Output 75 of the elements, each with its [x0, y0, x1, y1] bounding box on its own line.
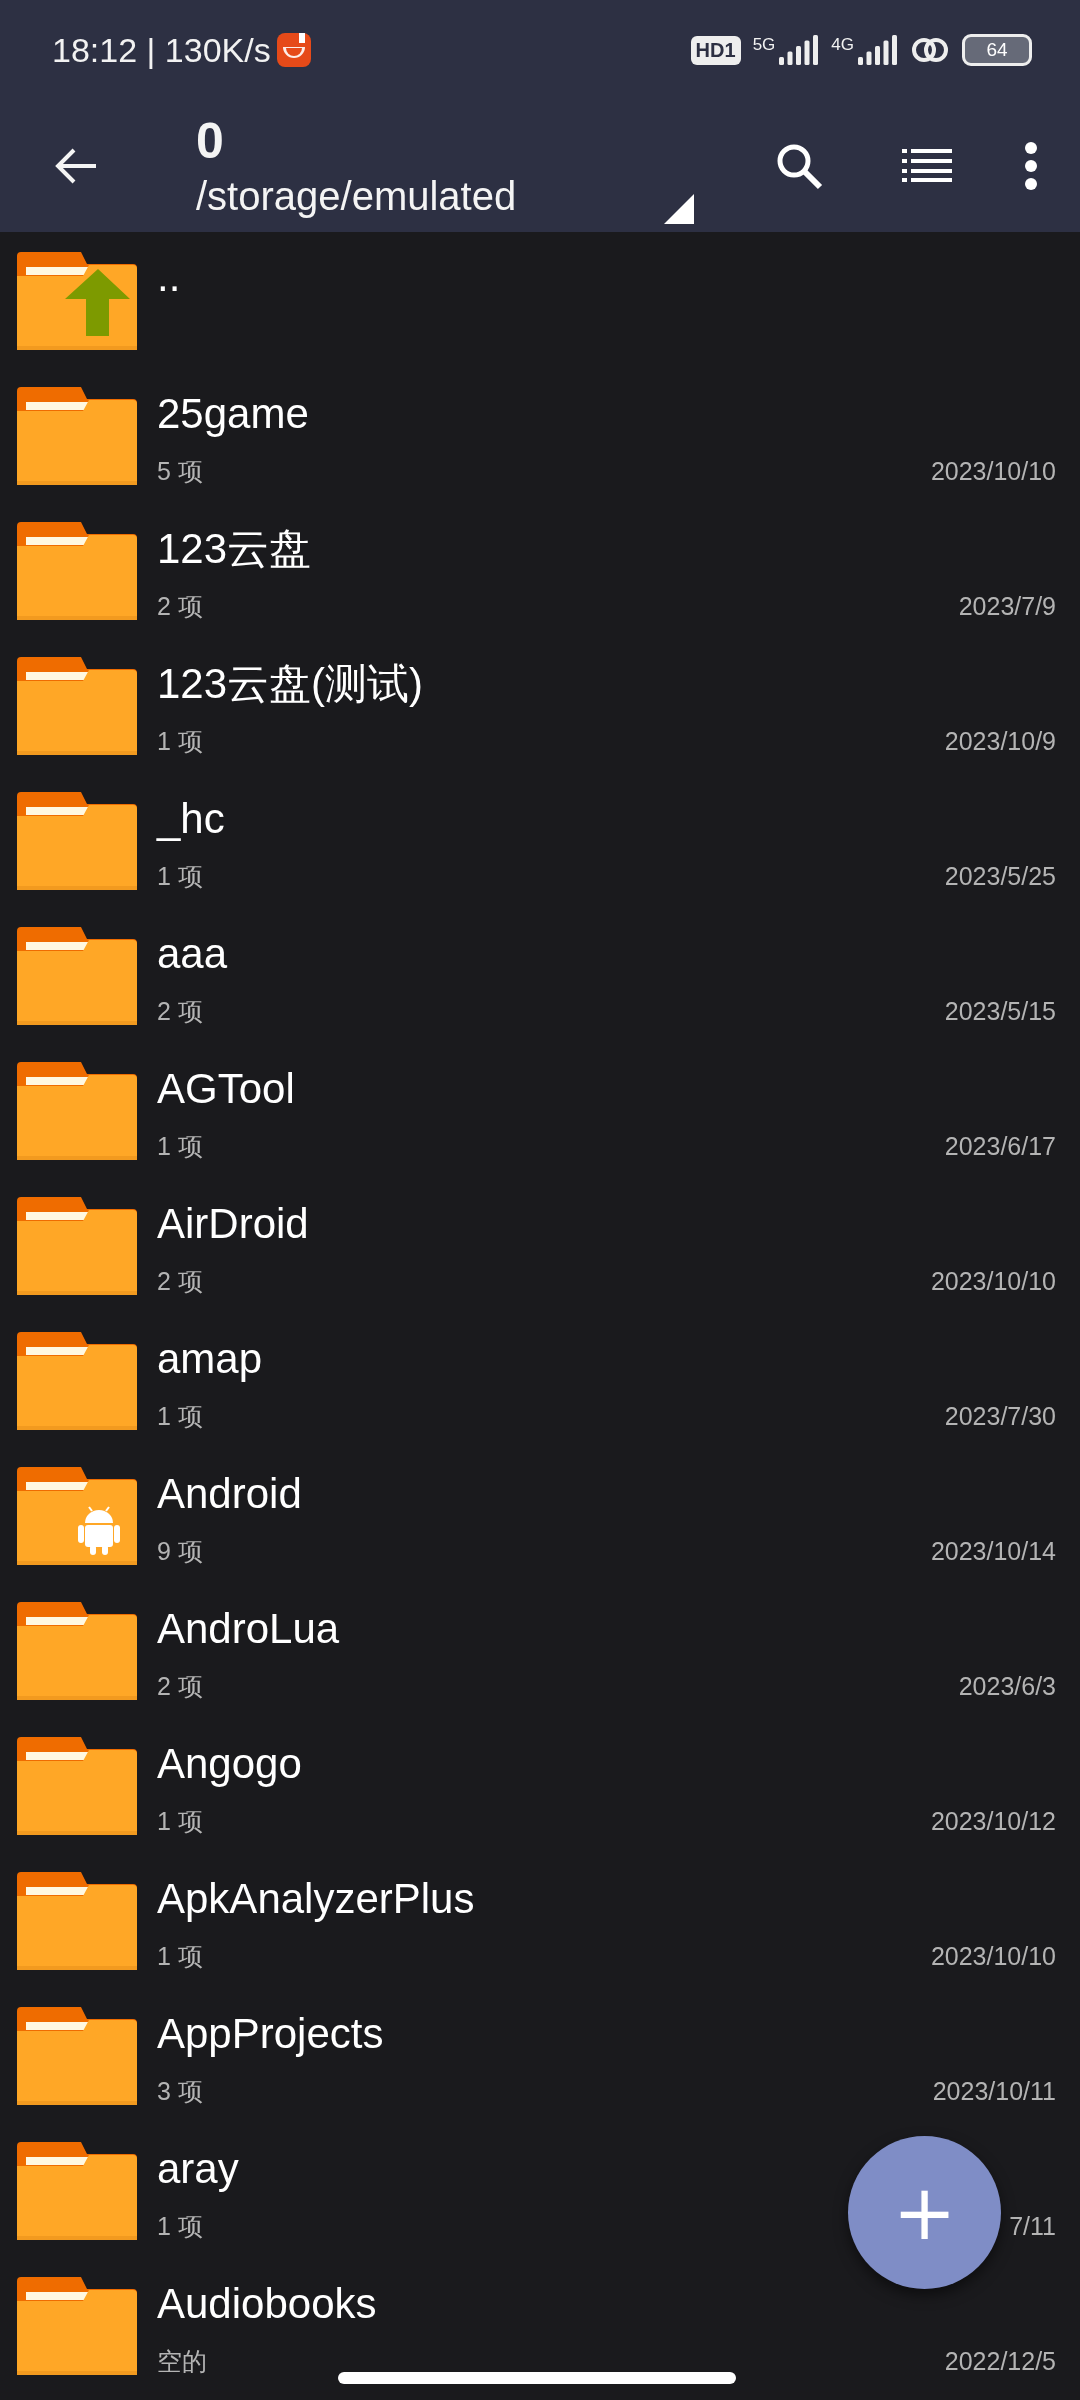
- network-label: 5G: [752, 35, 776, 55]
- file-name: ApkAnalyzerPlus: [157, 1874, 476, 1924]
- folder-icon: [17, 1062, 137, 1160]
- file-name: Angogo: [157, 1739, 303, 1789]
- modified-date: 2023/6/3: [958, 1672, 1056, 1701]
- folder-icon: [17, 1872, 137, 1970]
- modified-date: 2023/7/9: [958, 592, 1056, 621]
- item-count: 2 项: [157, 1266, 203, 1297]
- file-name: AirDroid: [157, 1199, 310, 1249]
- modified-date: 7/11: [1009, 2212, 1056, 2241]
- file-name: aaa: [157, 929, 229, 979]
- folder-icon: [17, 1602, 137, 1700]
- file-name: Audiobooks: [157, 2279, 378, 2329]
- item-count: 3 项: [157, 2076, 203, 2107]
- file-name: aray: [157, 2144, 240, 2194]
- folder-icon: [17, 1737, 137, 1835]
- app-notification-icon: [276, 33, 311, 67]
- folder-title: 0: [196, 112, 225, 171]
- folder-icon: [17, 2142, 137, 2240]
- modified-date: 2022/12/5: [944, 2347, 1056, 2376]
- item-count: 2 项: [157, 996, 203, 1027]
- modified-date: 2023/7/30: [944, 1402, 1056, 1431]
- battery-indicator: 64: [962, 34, 1032, 66]
- parent-folder-icon: [17, 252, 137, 350]
- link-icon: [910, 35, 950, 65]
- file-name: 123云盘(测试): [157, 659, 425, 709]
- item-count: 9 项: [157, 1536, 203, 1567]
- item-count: 空的: [157, 2346, 207, 2377]
- android-folder-icon: [17, 1467, 137, 1565]
- modified-date: 2023/10/10: [930, 1942, 1056, 1971]
- file-name: _hc: [157, 794, 226, 844]
- modified-date: 2023/10/10: [930, 1267, 1056, 1296]
- folder-icon: [17, 657, 137, 755]
- modified-date: 2023/5/15: [944, 997, 1056, 1026]
- item-count: 1 项: [157, 726, 203, 757]
- folder-icon: [17, 1197, 137, 1295]
- file-name: 25game: [157, 389, 310, 439]
- item-count: 5 项: [157, 456, 203, 487]
- modified-date: 2023/10/14: [930, 1537, 1056, 1566]
- item-count: 1 项: [157, 1401, 203, 1432]
- file-name: amap: [157, 1334, 264, 1384]
- item-count: 2 项: [157, 591, 203, 622]
- network-label: 4G: [831, 35, 854, 55]
- folder-path[interactable]: /storage/emulated: [196, 171, 517, 221]
- item-count: 2 项: [157, 1671, 203, 1702]
- modified-date: 2023/10/12: [930, 1807, 1056, 1836]
- modified-date: 2023/10/11: [932, 2077, 1056, 2106]
- file-name: Android: [157, 1469, 303, 1519]
- list-icon: [902, 149, 952, 183]
- status-time: 18:12 | 130K/s: [52, 30, 271, 70]
- file-name: AndroLua: [157, 1604, 341, 1654]
- modified-date: 2023/6/17: [944, 1132, 1056, 1161]
- file-name: AppProjects: [157, 2009, 385, 2059]
- folder-icon: [17, 1332, 137, 1430]
- item-count: 1 项: [157, 1941, 203, 1972]
- folder-icon: [17, 792, 137, 890]
- more-icon: [1024, 141, 1038, 191]
- file-name: AGTool: [157, 1064, 296, 1114]
- item-count: 1 项: [157, 1131, 203, 1162]
- back-arrow-icon: [54, 146, 98, 186]
- modified-date: 2023/10/10: [930, 457, 1056, 486]
- folder-icon: [17, 387, 137, 485]
- item-count: 1 项: [157, 861, 203, 892]
- modified-date: 2023/10/9: [944, 727, 1056, 756]
- item-count: 1 项: [157, 1806, 203, 1837]
- item-count: 1 项: [157, 2211, 203, 2242]
- folder-icon: [17, 522, 137, 620]
- dropdown-corner-icon[interactable]: [664, 194, 694, 224]
- file-name: ..: [157, 252, 182, 302]
- folder-icon: [17, 2007, 137, 2105]
- hd-badge: HD1: [690, 35, 741, 65]
- folder-icon: [17, 2277, 137, 2375]
- file-name: 123云盘: [157, 524, 313, 574]
- folder-icon: [17, 927, 137, 1025]
- modified-date: 2023/5/25: [944, 862, 1056, 891]
